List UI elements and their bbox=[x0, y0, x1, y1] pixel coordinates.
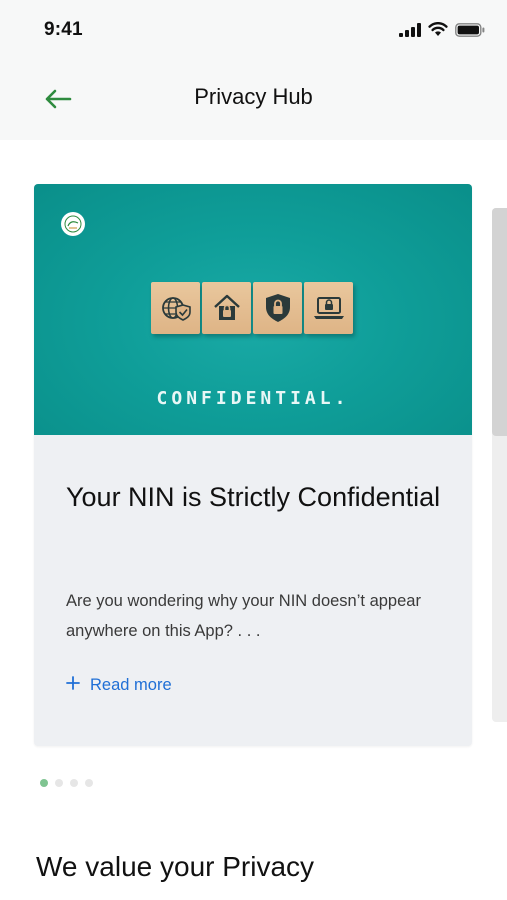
page-title: Privacy Hub bbox=[194, 84, 313, 109]
wifi-icon bbox=[428, 22, 448, 42]
read-more-label: Read more bbox=[90, 676, 172, 694]
carousel-next-card-edge[interactable] bbox=[492, 208, 507, 722]
image-caption: CONFIDENTIAL. bbox=[156, 388, 350, 409]
pagination-dot[interactable] bbox=[70, 779, 78, 787]
pagination-dot[interactable] bbox=[85, 779, 93, 787]
carousel-pagination bbox=[40, 779, 93, 787]
globe-shield-icon bbox=[151, 282, 200, 334]
status-time: 9:41 bbox=[44, 19, 83, 40]
card-image: CONFIDENTIAL. bbox=[34, 184, 472, 435]
header: Privacy Hub bbox=[0, 62, 507, 140]
app-logo-icon bbox=[61, 212, 85, 236]
read-more-link[interactable]: Read more bbox=[66, 676, 172, 695]
battery-icon bbox=[455, 22, 485, 42]
plus-icon bbox=[66, 676, 80, 695]
cellular-signal-icon bbox=[399, 22, 421, 42]
card-description: Are you wondering why your NIN doesn’t a… bbox=[66, 592, 421, 640]
pagination-dot[interactable] bbox=[40, 779, 48, 787]
house-lock-icon bbox=[202, 282, 251, 334]
wooden-blocks bbox=[151, 282, 353, 334]
section-title: We value your Privacy bbox=[36, 851, 315, 882]
status-bar: 9:41 bbox=[0, 0, 507, 62]
status-icons bbox=[399, 22, 485, 42]
shield-lock-icon bbox=[253, 282, 302, 334]
pagination-dot[interactable] bbox=[55, 779, 63, 787]
card-title: Your NIN is Strictly Confidential bbox=[66, 482, 441, 512]
laptop-lock-icon bbox=[304, 282, 353, 334]
next-card-image-edge bbox=[492, 208, 507, 436]
carousel-card[interactable]: CONFIDENTIAL. Your NIN is Strictly Confi… bbox=[34, 184, 472, 746]
